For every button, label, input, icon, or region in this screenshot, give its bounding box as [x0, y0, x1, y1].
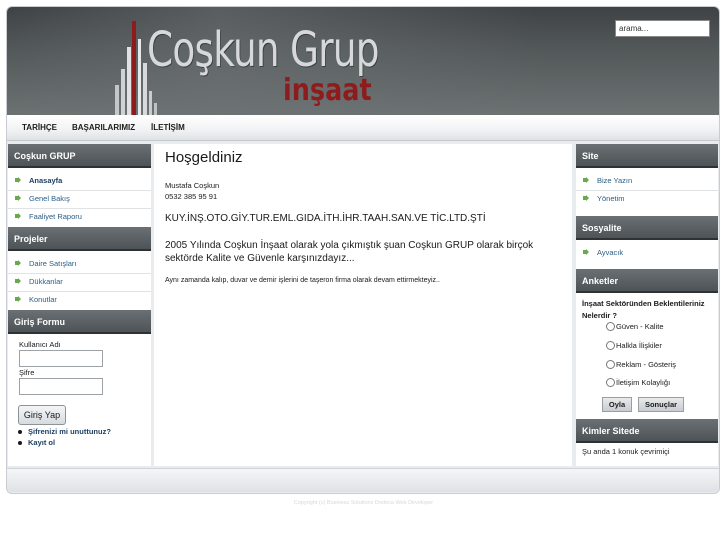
poll-option-iletisim-kolayligi[interactable]: İletişim Kolaylığı	[606, 378, 670, 387]
menu-item-label: Bize Yazın	[597, 176, 633, 185]
module-title-kimler-sitede: Kimler Sitede	[576, 419, 718, 443]
bullet-icon	[18, 430, 22, 435]
header: Coşkun Grup inşaat	[7, 7, 719, 115]
username-label: Kullanıcı Adı	[19, 340, 61, 349]
arrow-right-icon	[15, 195, 21, 201]
arrow-right-icon	[583, 249, 589, 255]
poll-option-reklam-gosteris[interactable]: Reklam - Gösteriş	[606, 360, 676, 369]
intro-text: 2005 Yılında Coşkun İnşaat olarak yola ç…	[165, 240, 534, 264]
contact-name: Mustafa Coşkun	[165, 181, 220, 190]
contact-phone: 0532 385 95 91	[165, 192, 218, 201]
menu-item-bize-yazin[interactable]: Bize Yazın	[576, 172, 718, 190]
menu-item-konutlar[interactable]: Konutlar	[8, 291, 151, 309]
menu-item-faaliyet-raporu[interactable]: Faaliyet Raporu	[8, 208, 151, 226]
login-button[interactable]: Giriş Yap	[18, 405, 66, 425]
menu-item-yonetim[interactable]: Yönetim	[576, 190, 718, 208]
vote-button[interactable]: Oyla	[602, 397, 632, 412]
copyright-text: Copyright (c) Business Solutions Dodeca …	[293, 500, 434, 506]
logo-subtitle: inşaat	[283, 73, 372, 108]
module-title-sosyalite: Sosyalite	[576, 216, 718, 240]
module-title-giris-formu: Giriş Formu	[8, 310, 151, 334]
menu-item-label: Faaliyet Raporu	[29, 212, 82, 221]
menu-item-genel-bakis[interactable]: Genel Bakış	[8, 190, 151, 208]
arrow-right-icon	[15, 260, 21, 266]
main-content: Hoşgeldiniz Mustafa Coşkun 0532 385 95 9…	[154, 144, 572, 466]
register-link[interactable]: Kayıt ol	[18, 438, 55, 447]
note-text: Aynı zamanda kalıp, duvar ve demir işler…	[165, 277, 440, 284]
menu-item-label: Ayvacık	[597, 248, 624, 257]
menu-item-dukkanlar[interactable]: Dükkanlar	[8, 273, 151, 291]
menu-item-label: Daire Satışları	[29, 259, 77, 268]
nav-item-tarihce[interactable]: TARİHÇE	[22, 123, 57, 132]
module-title-coskun-grup: Coşkun GRUP	[8, 144, 151, 168]
module-title-anketler: Anketler	[576, 269, 718, 293]
menu-item-ayvacik[interactable]: Ayvacık	[576, 244, 718, 262]
nav-item-iletisim[interactable]: İLETİŞİM	[151, 123, 185, 132]
arrow-right-icon	[15, 177, 21, 183]
arrow-right-icon	[583, 177, 589, 183]
company-name: KUY.İNŞ.OTO.GİY.TUR.EML.GIDA.İTH.İHR.TAA…	[165, 213, 486, 224]
menu-item-label: Yönetim	[597, 194, 625, 203]
menu-item-label: Anasayfa	[29, 176, 63, 185]
left-sidebar: Coşkun GRUP Anasayfa Genel Bakış Faaliye…	[8, 144, 151, 466]
top-nav: TARİHÇE BAŞARILARIMIZ İLETİŞİM	[7, 115, 719, 141]
bullet-icon	[18, 441, 22, 446]
logo-title: Coşkun Grup	[147, 22, 380, 78]
poll-option-guven-kalite[interactable]: Güven - Kalite	[606, 322, 664, 331]
right-sidebar: Site Bize Yazın Yönetim Sosyalite Ayvacı…	[576, 144, 718, 466]
password-field[interactable]	[19, 378, 103, 395]
menu-item-label: Konutlar	[29, 295, 57, 304]
poll-option-halkla-iliskiler[interactable]: Halkla İlişkiler	[606, 341, 662, 350]
username-field[interactable]	[19, 350, 103, 367]
menu-item-daire-satislari[interactable]: Daire Satışları	[8, 255, 151, 273]
arrow-right-icon	[15, 213, 21, 219]
poll-question: İnşaat Sektöründen Beklentileriniz Neler…	[582, 299, 705, 320]
arrow-right-icon	[583, 195, 589, 201]
radio-icon[interactable]	[606, 341, 615, 350]
module-title-projeler: Projeler	[8, 227, 151, 251]
menu-item-label: Dükkanlar	[29, 277, 63, 286]
radio-icon[interactable]	[606, 360, 615, 369]
radio-icon[interactable]	[606, 322, 615, 331]
module-title-site: Site	[576, 144, 718, 168]
radio-icon[interactable]	[606, 378, 615, 387]
page: Coşkun Grup inşaat TARİHÇE BAŞARILARIMIZ…	[0, 0, 727, 545]
arrow-right-icon	[15, 296, 21, 302]
footer-bar	[7, 468, 719, 492]
nav-item-basarilarimiz[interactable]: BAŞARILARIMIZ	[72, 123, 135, 132]
page-title: Hoşgeldiniz	[165, 149, 243, 166]
password-label: Şifre	[19, 368, 35, 377]
search-input[interactable]	[615, 20, 710, 37]
menu-item-anasayfa[interactable]: Anasayfa	[8, 172, 151, 190]
forgot-password-link[interactable]: Şifrenizi mi unuttunuz?	[18, 427, 111, 436]
menu-item-label: Genel Bakış	[29, 194, 70, 203]
online-status: Şu anda 1 konuk çevrimiçi	[582, 447, 670, 456]
arrow-right-icon	[15, 278, 21, 284]
results-button[interactable]: Sonuçlar	[638, 397, 684, 412]
